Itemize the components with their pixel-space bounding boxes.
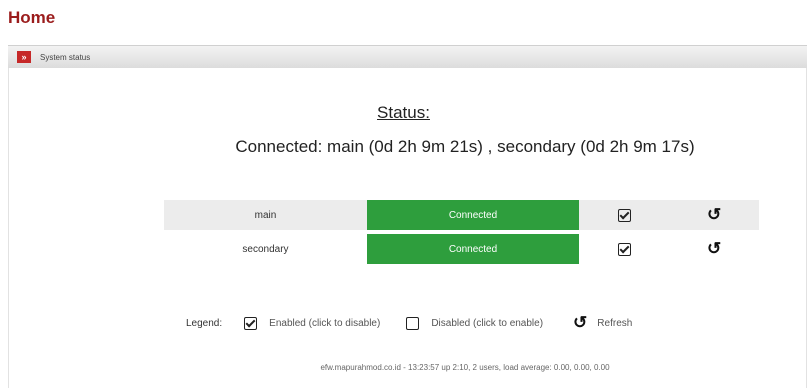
status-summary: Connected: main (0d 2h 9m 21s) , seconda… — [235, 137, 695, 156]
enabled-checkbox-icon[interactable] — [617, 208, 631, 222]
legend-refresh-text: Refresh — [597, 317, 633, 329]
legend: Legend: Enabled (click to disable) Disab… — [186, 313, 632, 333]
legend-enabled-text: Enabled (click to disable) — [269, 317, 381, 329]
page-title: Home — [8, 8, 56, 27]
system-uptime-footer: efw.mapurahmod.co.id - 13:23:57 up 2:10,… — [320, 363, 610, 372]
section-label: System status — [40, 52, 91, 62]
legend-label: Legend: — [186, 317, 223, 329]
legend-disabled-text: Disabled (click to enable) — [431, 317, 544, 329]
connection-name: secondary — [164, 234, 367, 264]
refresh-icon: ↻ — [573, 313, 588, 332]
table-row: secondary Connected ↻ — [164, 234, 759, 264]
unchecked-checkbox-icon — [406, 316, 420, 330]
refresh-icon[interactable]: ↻ — [707, 239, 721, 259]
refresh-icon[interactable]: ↻ — [707, 205, 721, 225]
status-heading: Status: — [377, 103, 430, 122]
connection-table: main Connected ↻ secondary Connected ↻ — [164, 196, 759, 268]
connection-state: Connected — [367, 234, 579, 264]
connection-state: Connected — [367, 200, 579, 230]
chevron-right-icon[interactable]: » — [17, 51, 31, 63]
table-row: main Connected ↻ — [164, 200, 759, 230]
section-header: » System status — [8, 45, 807, 69]
connection-name: main — [164, 200, 367, 230]
checked-checkbox-icon — [244, 316, 258, 330]
enabled-checkbox-icon[interactable] — [617, 242, 631, 256]
